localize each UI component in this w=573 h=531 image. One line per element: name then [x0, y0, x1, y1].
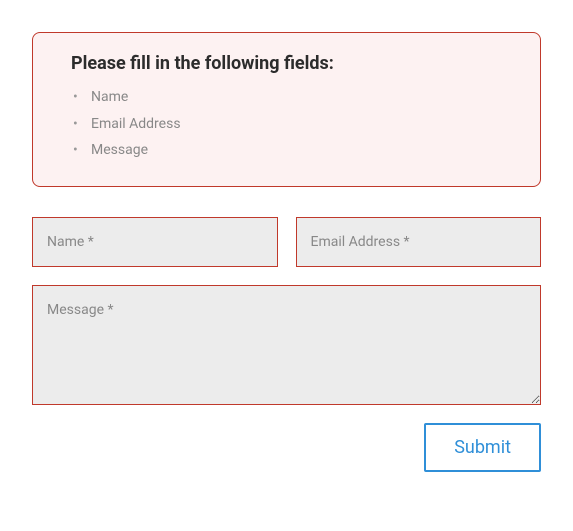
error-field-item: Message [73, 137, 512, 164]
submit-button[interactable]: Submit [424, 423, 541, 472]
form-row-top [32, 217, 541, 267]
name-field[interactable] [32, 217, 278, 267]
error-field-list: Name Email Address Message [61, 84, 512, 164]
error-title: Please fill in the following fields: [71, 53, 512, 74]
submit-row: Submit [32, 423, 541, 472]
email-field[interactable] [296, 217, 542, 267]
error-field-item: Name [73, 84, 512, 111]
validation-error-box: Please fill in the following fields: Nam… [32, 32, 541, 187]
message-field[interactable] [32, 285, 541, 405]
error-field-item: Email Address [73, 111, 512, 138]
